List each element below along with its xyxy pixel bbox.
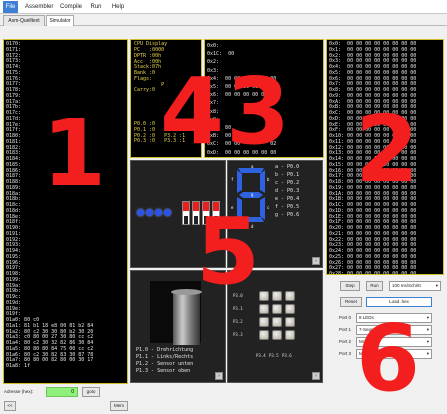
- menu-assembler[interactable]: Assembler: [25, 1, 53, 13]
- segment-port-map: a - P0.0 b - P0.1 c - P0.2 d - P0.3 e - P0.4…: [275, 163, 299, 219]
- menu-bar: File Assembler Compile Run Help: [0, 0, 447, 14]
- keypad-key[interactable]: [272, 330, 282, 340]
- keypad-key[interactable]: [272, 304, 282, 314]
- menu-run[interactable]: Run: [88, 1, 104, 13]
- keypad-key[interactable]: [272, 291, 282, 301]
- keypad-key[interactable]: [272, 317, 282, 327]
- chevron-down-icon: ▾: [435, 283, 438, 288]
- keypad-row-label: P3.2: [233, 319, 243, 324]
- goto-button[interactable]: goto: [82, 387, 100, 397]
- segment-letter: b: [267, 177, 270, 182]
- chevron-down-icon: ▾: [426, 315, 429, 320]
- blue-led-icon: [146, 209, 153, 216]
- segment-letter: c: [267, 205, 270, 210]
- address-label: Adresse (hex):: [4, 389, 34, 394]
- chevron-down-icon: ▾: [426, 351, 429, 356]
- motor-legend-row: P1.2 - Sensor unten: [136, 361, 194, 367]
- program-memory-panel[interactable]: 0170: 0171: 0172: 0173: 0174: 0175: 0176: 0177:…: [3, 39, 128, 384]
- speed-value: 100 ms/Schritt: [392, 283, 421, 288]
- overlay-number-6: 6: [356, 305, 421, 412]
- port-label: Port 1: [339, 327, 352, 332]
- keypad-key[interactable]: [285, 317, 295, 327]
- register-row: 0x0:: [207, 43, 220, 49]
- keypad-key[interactable]: [259, 291, 269, 301]
- segment-port-row: f - P0.5: [275, 204, 300, 210]
- tab-bar: Asm-Quelltext Simulator: [0, 14, 447, 26]
- segment-port-row: e - P0.4: [275, 196, 300, 202]
- motor-legend-row: P1.0 - Drehrichtung: [136, 347, 194, 353]
- chevron-down-icon: ▾: [426, 339, 429, 344]
- motor-port-legend: P1.0 - Drehrichtung P1.1 - Links/Rechts P1…: [136, 347, 193, 375]
- prev-button[interactable]: <<: [4, 401, 16, 411]
- step-button[interactable]: Step: [340, 281, 360, 291]
- keypad-key[interactable]: [285, 291, 295, 301]
- led-leg: [184, 216, 188, 224]
- blue-led-icon: [155, 209, 162, 216]
- menu-file[interactable]: File: [3, 1, 18, 13]
- tab-simulator[interactable]: Simulator: [46, 15, 74, 26]
- overlay-number-2: 2: [355, 96, 420, 203]
- keypad-key[interactable]: [259, 317, 269, 327]
- segment-letter: g: [251, 192, 254, 197]
- port-label: Port 2: [339, 339, 352, 344]
- motor-legend-row: P1.3 - Sensor oben: [136, 368, 191, 374]
- segment-port-row: c - P0.2: [275, 180, 300, 186]
- keypad-key[interactable]: [285, 304, 295, 314]
- menu-help[interactable]: Help: [110, 1, 126, 13]
- simulator-window: File Assembler Compile Run Help Asm-Quel…: [0, 0, 447, 414]
- mem-button[interactable]: Mem: [110, 401, 128, 411]
- overlay-number-3: 3: [226, 58, 291, 165]
- tab-asm-source[interactable]: Asm-Quelltext: [3, 15, 45, 26]
- blue-led-icon: [164, 209, 171, 216]
- segment-port-row: d - P0.3: [275, 188, 300, 194]
- address-input[interactable]: 0: [46, 387, 78, 397]
- port-label: Port 0: [339, 315, 352, 320]
- menu-compile[interactable]: Compile: [58, 1, 84, 13]
- keypad-key[interactable]: [285, 330, 295, 340]
- segment-port-row: b - P0.1: [275, 172, 300, 178]
- overlay-number-4: 4: [160, 58, 225, 165]
- red-led-icon: [183, 202, 189, 211]
- keypad-row-label: P3.1: [233, 306, 243, 311]
- segment-port-row: g - P0.6: [275, 212, 300, 218]
- keypad-row-label: P3.3: [233, 332, 243, 337]
- segment-f-icon: [237, 170, 242, 193]
- segment-letter: f: [231, 177, 234, 182]
- overlay-number-5: 5: [196, 198, 261, 305]
- keypad-key[interactable]: [259, 330, 269, 340]
- speed-select[interactable]: 100 ms/Schritt ▾: [389, 281, 441, 291]
- overlay-number-1: 1: [42, 100, 107, 207]
- segment-b-icon: [260, 170, 265, 193]
- run-button[interactable]: Run: [366, 281, 383, 291]
- seven-segment-expand-icon[interactable]: ›: [312, 257, 320, 265]
- port-label: Port 3: [339, 351, 352, 356]
- keypad-col-label: P3.6: [282, 353, 292, 358]
- data-memory-row: 0x28: 00 00 00 00 00 00 00 00: [329, 271, 417, 275]
- keypad-expand-icon[interactable]: ›: [312, 372, 320, 380]
- motor-legend-row: P1.1 - Links/Rechts: [136, 354, 194, 360]
- keypad-key[interactable]: [259, 304, 269, 314]
- memory-row: 01a8: 1f: [6, 363, 31, 369]
- keypad-col-label: P3.5: [269, 353, 279, 358]
- motor-expand-icon[interactable]: ›: [215, 372, 223, 380]
- blue-led-icon: [137, 209, 144, 216]
- keypad-col-label: P3.4: [256, 353, 266, 358]
- segment-c-icon: [260, 197, 265, 220]
- chevron-down-icon: ▾: [426, 327, 429, 332]
